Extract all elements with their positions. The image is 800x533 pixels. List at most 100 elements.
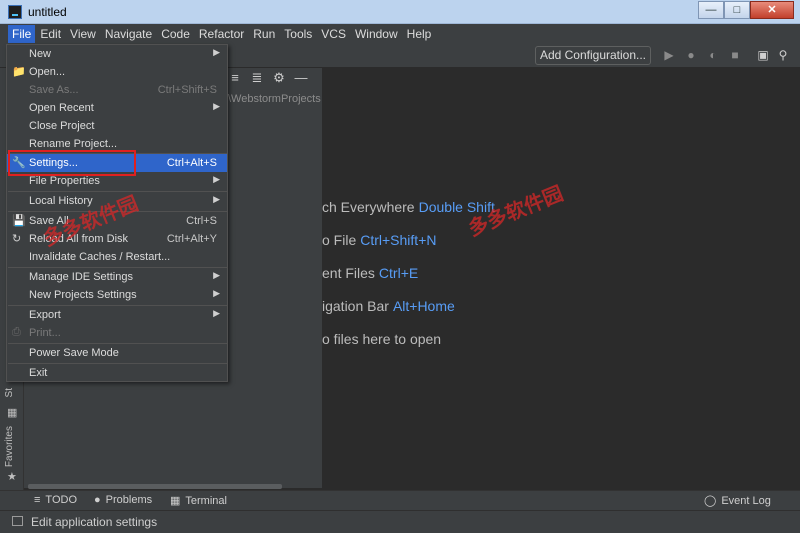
gear-icon[interactable]: ⚙	[272, 70, 286, 86]
hint-text: igation Bar	[322, 298, 389, 314]
menu-item-label: Rename Project...	[29, 138, 118, 150]
submenu-arrow-icon: ▶	[213, 308, 220, 318]
favorites-tab[interactable]: Favorites	[4, 426, 15, 467]
todo-label: TODO	[45, 494, 77, 506]
menu-item-print: ⎙ Print...	[7, 324, 227, 342]
menu-item-exit[interactable]: Exit	[7, 364, 227, 382]
window-title: untitled	[28, 5, 67, 19]
hint-navigation-bar: igation Bar Alt+Home	[322, 298, 455, 314]
todo-tab[interactable]: ≡ TODO	[34, 494, 77, 506]
menu-edit[interactable]: Edit	[36, 25, 65, 43]
submenu-arrow-icon: ▶	[213, 101, 220, 111]
menu-refactor[interactable]: Refactor	[195, 25, 248, 43]
submenu-arrow-icon: ▶	[213, 288, 220, 298]
search-icon[interactable]: ⚲	[776, 48, 790, 62]
menu-item-shortcut: Ctrl+S	[186, 215, 217, 227]
webstorm-app-icon	[8, 5, 22, 19]
collapse-all-icon[interactable]: ≣	[250, 70, 264, 86]
menu-item-label: Manage IDE Settings	[29, 271, 133, 283]
expand-all-icon[interactable]: ≡	[228, 70, 242, 86]
problems-tab[interactable]: ● Problems	[94, 494, 152, 506]
terminal-label: Terminal	[185, 495, 227, 507]
hint-text: o files here to open	[322, 331, 442, 347]
hint-text: o File	[322, 232, 357, 248]
menu-vcs[interactable]: VCS	[317, 25, 350, 43]
menu-tools[interactable]: Tools	[280, 25, 316, 43]
menu-navigate[interactable]: Navigate	[101, 25, 156, 43]
terminal-tab[interactable]: ▦ Terminal	[170, 494, 227, 507]
stop-icon[interactable]: ■	[728, 48, 742, 62]
menu-item-label: Local History	[29, 195, 93, 207]
list-icon: ≡	[34, 494, 41, 506]
menu-run[interactable]: Run	[249, 25, 279, 43]
menu-view[interactable]: View	[66, 25, 100, 43]
menu-item-manage-ide-settings[interactable]: Manage IDE Settings ▶	[7, 268, 227, 286]
close-button[interactable]: ✕	[750, 1, 794, 19]
hint-recent-files: ent Files Ctrl+E	[322, 265, 418, 281]
menu-item-export[interactable]: Export ▶	[7, 306, 227, 324]
project-pane-icons: ≡ ≣ ⚙ —	[228, 70, 308, 86]
coverage-icon[interactable]: ◐	[706, 48, 720, 62]
status-bar: Edit application settings	[0, 510, 800, 533]
menu-item-label: Exit	[29, 367, 48, 379]
menu-item-shortcut: Ctrl+Shift+S	[157, 84, 217, 96]
menu-item-close-project[interactable]: Close Project	[7, 117, 227, 135]
debug-icon[interactable]: ●	[684, 48, 698, 62]
submenu-arrow-icon: ▶	[213, 194, 220, 204]
menu-item-label: Export	[29, 309, 61, 321]
terminal-icon: ▦	[170, 495, 181, 507]
window-controls: — □ ✕	[698, 1, 794, 19]
menu-item-label: Print...	[29, 327, 61, 339]
menu-item-reload-from-disk[interactable]: ↻ Reload All from Disk Ctrl+Alt+Y	[7, 230, 227, 248]
menu-item-new[interactable]: New ▶	[7, 45, 227, 63]
menu-code[interactable]: Code	[157, 25, 194, 43]
editor-area: ch Everywhere Double Shift o File Ctrl+Shi…	[322, 68, 800, 490]
status-text: Edit application settings	[31, 515, 158, 529]
settings-highlight-box	[8, 150, 136, 176]
menu-window[interactable]: Window	[351, 25, 402, 43]
title-bar: untitled — □ ✕	[0, 0, 800, 24]
folder-icon: 📁	[12, 66, 26, 78]
hide-icon[interactable]: —	[294, 70, 308, 86]
event-log-tab[interactable]: ◯ Event Log	[704, 494, 771, 507]
maximize-button[interactable]: □	[724, 1, 750, 19]
add-configuration-button[interactable]: Add Configuration...	[535, 46, 651, 65]
problems-label: Problems	[105, 494, 153, 506]
reload-icon: ↻	[12, 233, 22, 245]
structure-icon[interactable]: ▦	[7, 406, 17, 419]
menu-help[interactable]: Help	[403, 25, 436, 43]
structure-tab[interactable]: St	[4, 388, 15, 397]
window-layout-icon[interactable]: ▣	[756, 48, 770, 62]
menu-item-label: Open...	[29, 66, 66, 78]
menu-item-shortcut: Ctrl+Alt+S	[166, 157, 217, 169]
hint-shortcut: Ctrl+E	[378, 265, 419, 281]
menu-item-label: Power Save Mode	[29, 347, 119, 359]
hint-text: ent Files	[322, 265, 375, 281]
run-icon[interactable]: ▶	[662, 48, 676, 62]
event-log-icon: ◯	[704, 495, 717, 507]
hint-shortcut: Alt+Home	[392, 298, 455, 314]
menu-item-open[interactable]: 📁 Open...	[7, 63, 227, 81]
horizontal-scrollbar[interactable]	[28, 484, 282, 489]
menu-item-label: Invalidate Caches / Restart...	[29, 251, 171, 263]
favorites-star-icon[interactable]: ★	[7, 470, 17, 483]
hint-drop-files: o files here to open	[322, 331, 441, 347]
menu-item-label: New Projects Settings	[29, 289, 137, 301]
problems-icon: ●	[94, 494, 101, 506]
submenu-arrow-icon: ▶	[213, 47, 220, 57]
menu-item-open-recent[interactable]: Open Recent ▶	[7, 99, 227, 117]
event-log-label: Event Log	[721, 495, 771, 507]
status-window-icon[interactable]	[12, 516, 23, 526]
menu-item-new-projects-settings[interactable]: New Projects Settings ▶	[7, 286, 227, 304]
menu-item-invalidate-caches[interactable]: Invalidate Caches / Restart...	[7, 248, 227, 266]
project-path: \WebstormProjects	[228, 93, 321, 105]
submenu-arrow-icon: ▶	[213, 270, 220, 280]
menu-item-power-save-mode[interactable]: Power Save Mode	[7, 344, 227, 362]
menu-file[interactable]: File	[8, 25, 36, 43]
hint-text: ch Everywhere	[322, 199, 415, 215]
menu-item-label: Open Recent	[29, 102, 94, 114]
menu-bar: File Edit View Navigate Code Refactor Ru…	[0, 24, 800, 44]
bottom-tool-bar: ≡ TODO ● Problems ▦ Terminal ◯ Event Log	[0, 490, 800, 510]
menu-item-label: Save As...	[29, 84, 79, 96]
minimize-button[interactable]: —	[698, 1, 724, 19]
